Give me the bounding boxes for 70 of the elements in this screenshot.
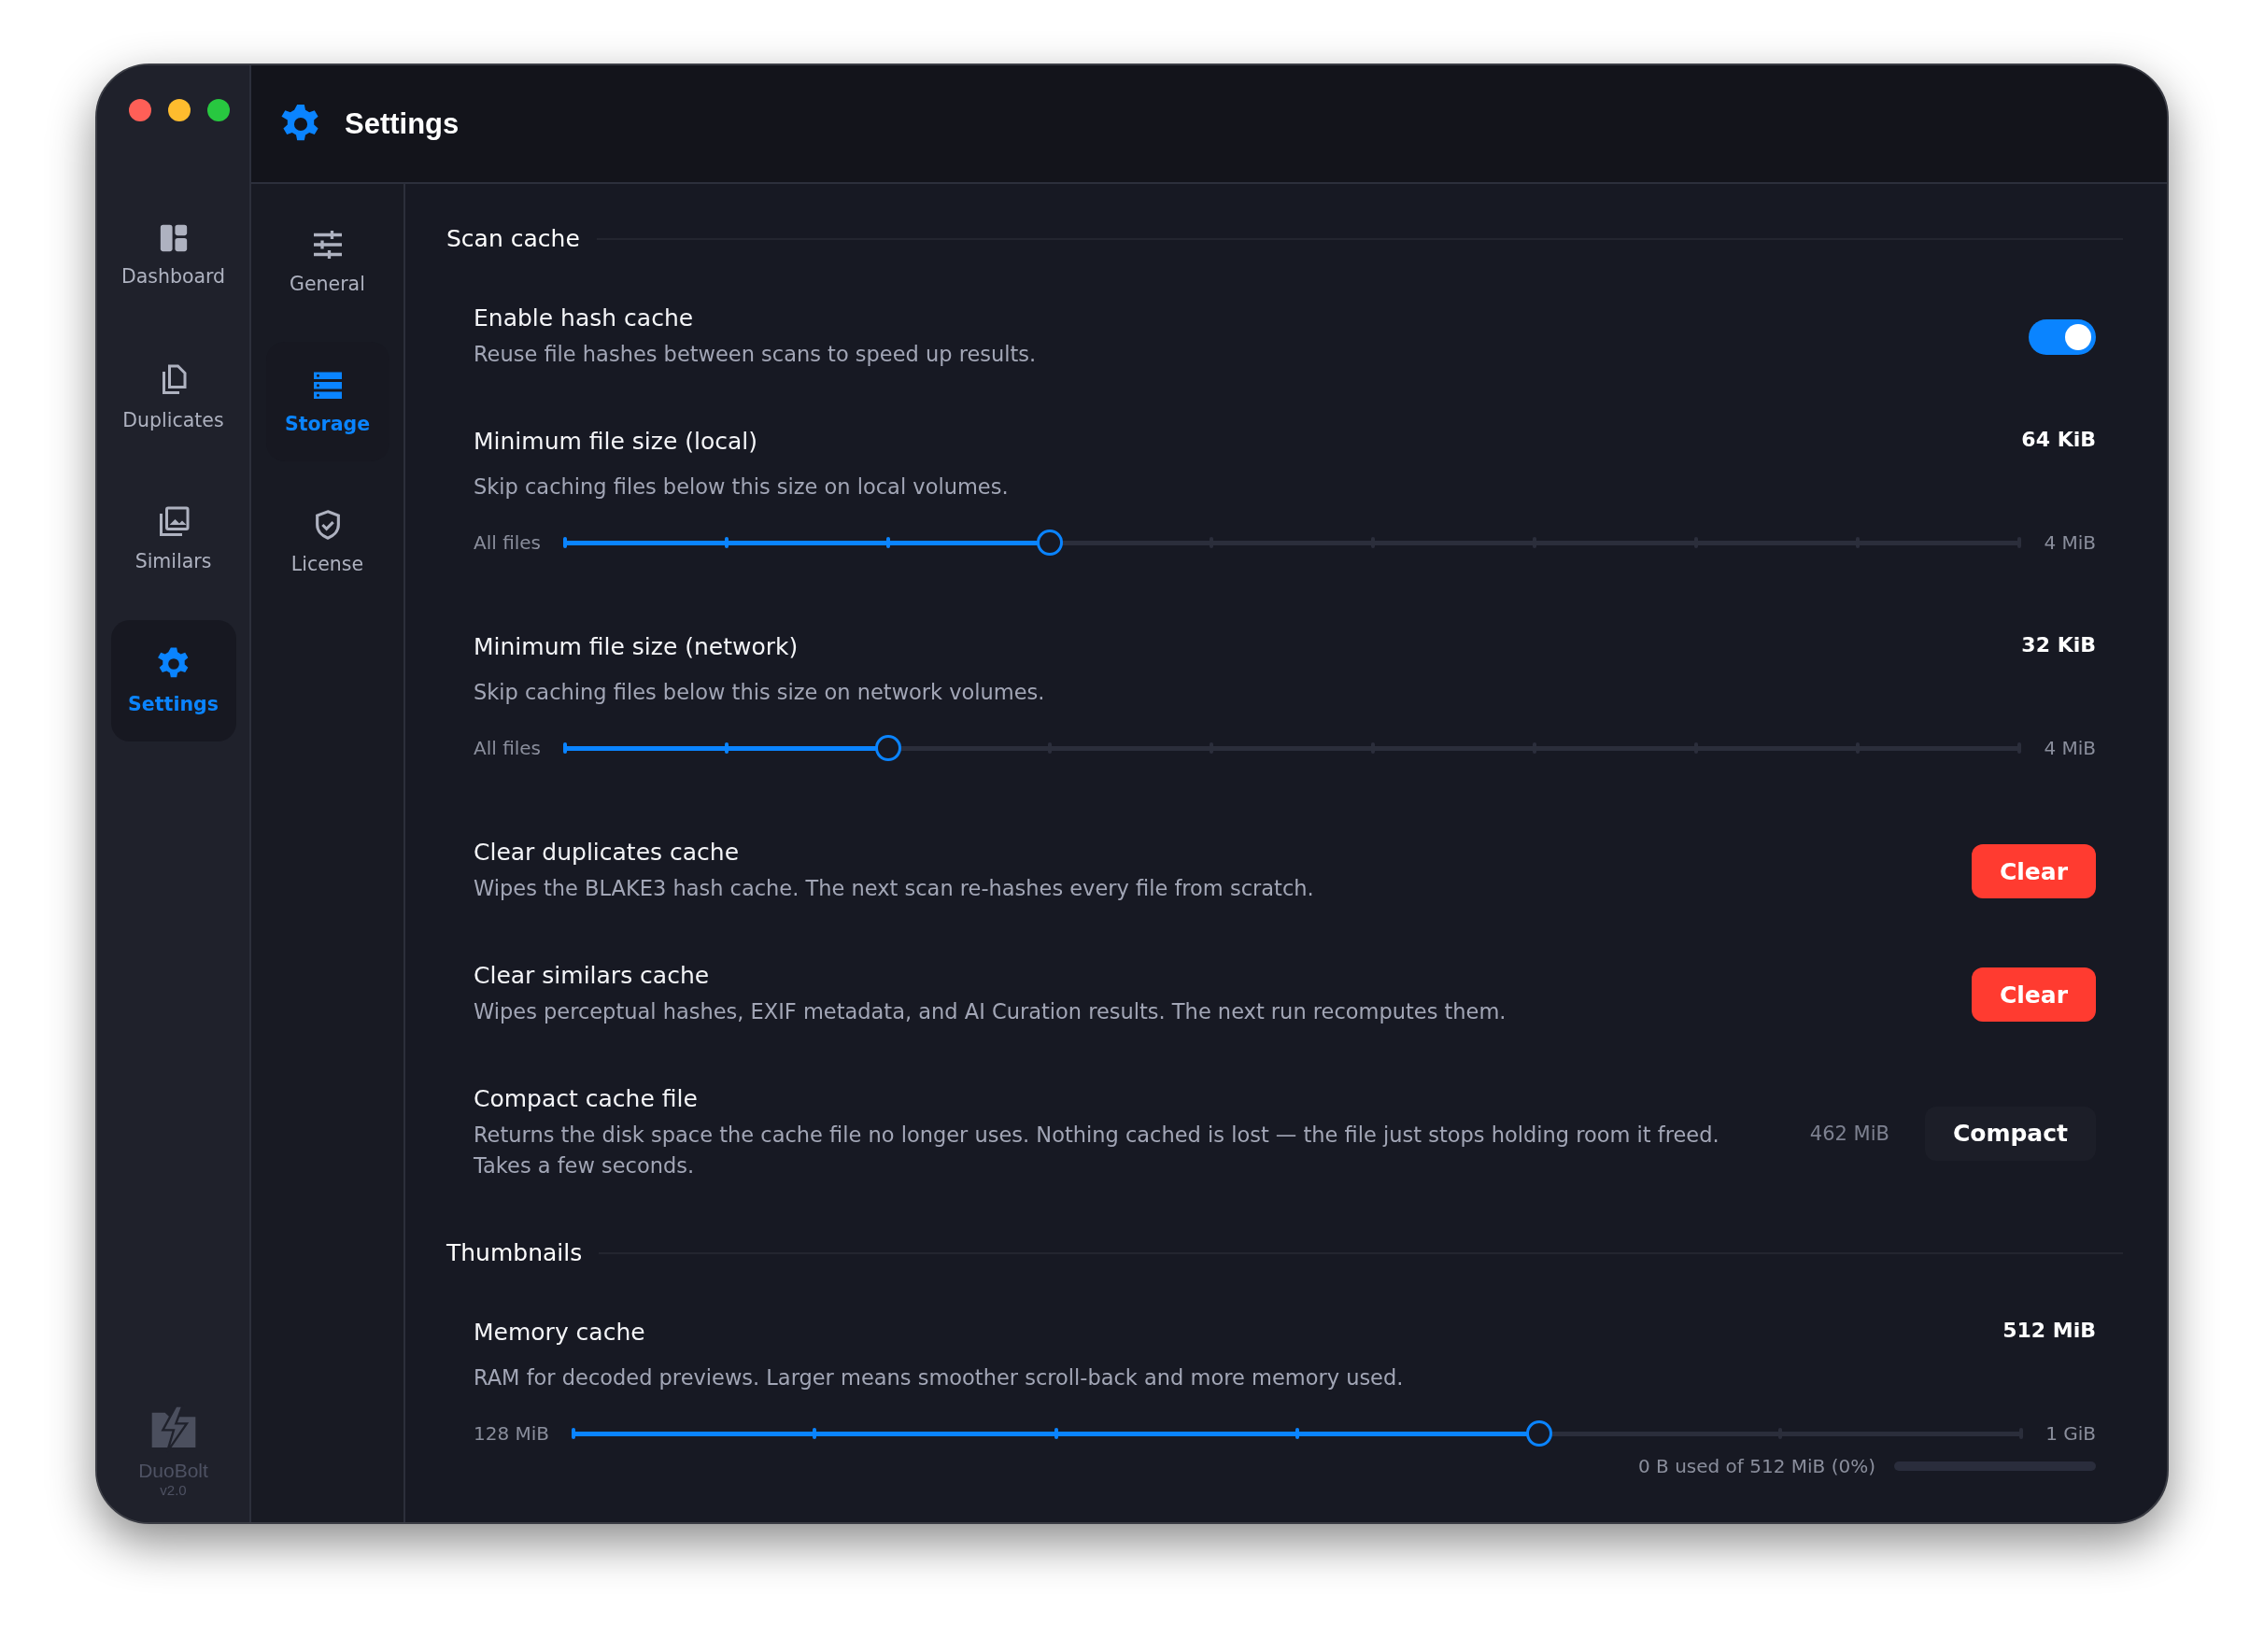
tick-mark (2017, 537, 2022, 548)
slider-thumb[interactable] (1037, 529, 1064, 556)
sidebar-item[interactable]: Similars (110, 478, 236, 600)
setting-description: Skip caching files below this size on local volumes. (474, 473, 1009, 501)
slider-thumb[interactable] (1525, 1420, 1552, 1447)
setting-title: Enable hash cache (474, 304, 695, 332)
setting-title: Clear similars cache (474, 962, 711, 989)
setting-description: RAM for decoded previews. Larger means smoother scroll-back and more memory used. (474, 1364, 1404, 1391)
tick-mark (563, 742, 568, 754)
tick-mark (1694, 537, 1699, 548)
tick-mark (1856, 742, 1861, 754)
tick-mark (1371, 537, 1376, 548)
sidebar-item[interactable]: Settings (110, 620, 236, 741)
setting-description: Skip caching files below this size on network volumes. (474, 679, 1045, 706)
window-title: Settings (345, 106, 460, 141)
size-reading: 462 MiB (1809, 1122, 1889, 1145)
tick-mark (563, 537, 568, 548)
setting-title: Compact cache file (474, 1085, 699, 1112)
slider-min-label: All files (474, 737, 542, 759)
setting-description: Reuse file hashes between scans to speed up results. (474, 341, 1037, 368)
app-name: DuoBolt (138, 1460, 208, 1482)
minimize-button[interactable] (168, 99, 191, 121)
toggle-switch[interactable] (2029, 319, 2096, 355)
clear-button[interactable]: Clear (1971, 844, 2096, 898)
tick-mark (813, 1428, 817, 1439)
slider-min-label: 128 MiB (474, 1422, 550, 1445)
setting-title: Clear duplicates cache (474, 839, 741, 866)
setting-description: Returns the disk space the cache file no longer uses. Nothing cached is lost — the file just stops holding room it freed. Takes a few seconds. (474, 1122, 1720, 1179)
settings-nav-item[interactable]: License (265, 482, 389, 601)
setting-description: Wipes the BLAKE3 hash cache. The next scan re-hashes every file from scratch. (474, 875, 1314, 902)
tick-mark (1210, 742, 1214, 754)
tick-mark (1856, 537, 1861, 548)
setting-description: Wipes perceptual hashes, EXIF metadata, and AI Curation results. The next run recomputes them. (474, 998, 1507, 1025)
close-button[interactable] (129, 99, 151, 121)
tick-mark (725, 537, 729, 548)
tick-mark (1054, 1428, 1058, 1439)
sidebar-item[interactable]: Duplicates (110, 336, 236, 458)
section-title: Thumbnails (446, 1239, 583, 1266)
tick-mark (1533, 742, 1537, 754)
tick-mark (886, 537, 891, 548)
tick-mark (2019, 1428, 2024, 1439)
tick-mark (1533, 537, 1537, 548)
tick-mark (1371, 742, 1376, 754)
setting-title: Minimum file size (local) (474, 428, 758, 455)
slider-thumb[interactable] (875, 735, 902, 761)
tick-mark (2017, 742, 2022, 754)
setting-value: 64 KiB (2021, 428, 2096, 451)
setting-title: Memory cache (474, 1319, 646, 1346)
compact-button[interactable]: Compact (1924, 1106, 2096, 1161)
tick-mark (725, 742, 729, 754)
tick-mark (1048, 742, 1053, 754)
section-title: Scan cache (446, 225, 580, 252)
slider-max-label: 1 GiB (2045, 1422, 2096, 1445)
zoom-button[interactable] (207, 99, 230, 121)
setting-title: Minimum file size (network) (474, 633, 799, 660)
tick-mark (1210, 537, 1214, 548)
sidebar-item[interactable]: Dashboard (110, 194, 236, 316)
clear-button[interactable]: Clear (1971, 967, 2096, 1022)
setting-value: 32 KiB (2021, 633, 2096, 657)
slider-max-label: 4 MiB (2044, 737, 2096, 759)
tick-mark (1694, 742, 1699, 754)
tick-mark (1777, 1428, 1782, 1439)
app-version: v2.0 (160, 1482, 187, 1498)
slider-min-label: All files (474, 531, 542, 554)
tick-mark (572, 1428, 576, 1439)
tick-mark (1295, 1428, 1300, 1439)
usage-text: 0 B used of 512 MiB (0%) (1638, 1455, 1875, 1477)
settings-nav-item[interactable]: General (265, 202, 389, 321)
setting-value: 512 MiB (2002, 1319, 2096, 1342)
slider-max-label: 4 MiB (2044, 531, 2096, 554)
